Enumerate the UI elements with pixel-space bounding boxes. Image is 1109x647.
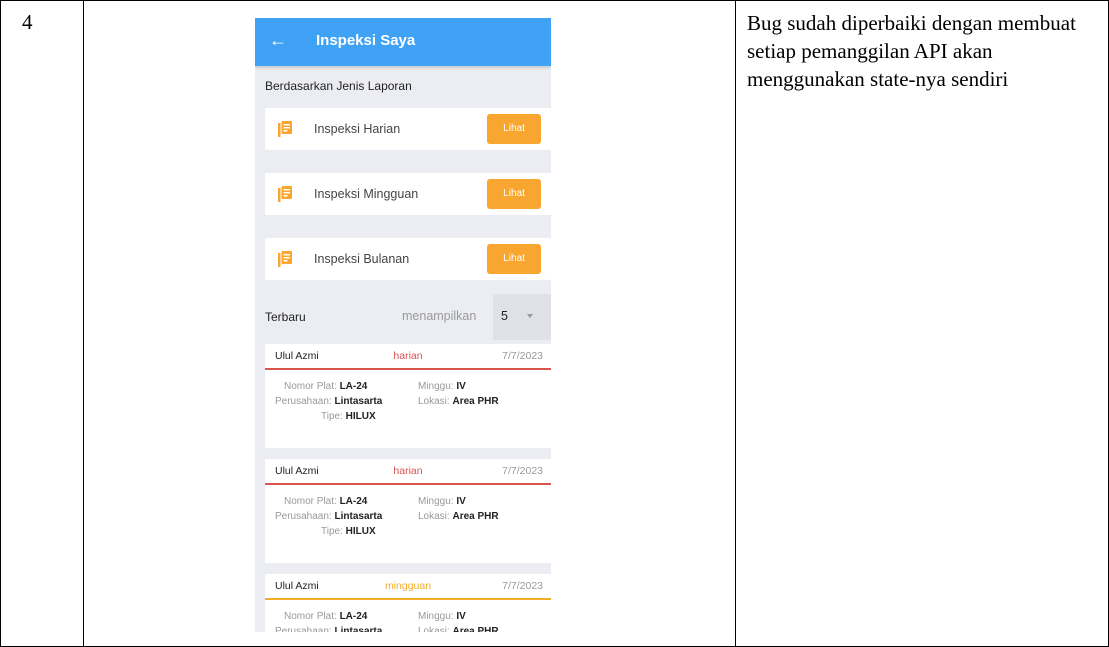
arrow-left-icon[interactable]: ← (269, 30, 287, 51)
document-icon (278, 121, 292, 137)
table-border-left (0, 0, 1, 647)
document-icon (278, 251, 292, 267)
detail-row: Perusahaan: Lintasarta (275, 626, 382, 632)
company-label: Perusahaan: (275, 626, 332, 632)
week-label: Minggu: (418, 611, 454, 622)
detail-row: Nomor Plat: LA-24 (284, 496, 367, 507)
detail-row: Lokasi: Area PHR (418, 626, 499, 632)
detail-row: Minggu: IV (418, 611, 466, 622)
detail-row: Perusahaan: Lintasarta (275, 511, 382, 522)
item-divider (265, 598, 551, 600)
report-card: Inspeksi Bulanan Lihat (265, 238, 551, 280)
detail-row: Perusahaan: Lintasarta (275, 396, 382, 407)
type-label: Tipe: (321, 526, 343, 537)
item-header: Ulul Azmi harian 7/7/2023 (265, 459, 551, 483)
fix-note: Bug sudah diperbaiki dengan membuat seti… (747, 11, 1076, 91)
plate-label: Nomor Plat: (284, 381, 337, 392)
report-label: Inspeksi Mingguan (314, 187, 419, 201)
plate-label: Nomor Plat: (284, 611, 337, 622)
phone-screenshot: ← Inspeksi Saya Berdasarkan Jenis Lapora… (255, 18, 551, 632)
location-value: Area PHR (452, 511, 499, 522)
plate-value: LA-24 (339, 496, 368, 507)
section-title: Berdasarkan Jenis Laporan (265, 79, 412, 93)
type-label: Tipe: (321, 411, 343, 422)
detail-row: Lokasi: Area PHR (418, 511, 499, 522)
plate-value: LA-24 (339, 611, 368, 622)
row-number: 4 (22, 10, 33, 34)
location-label: Lokasi: (418, 626, 450, 632)
item-header: Ulul Azmi mingguan 7/7/2023 (265, 574, 551, 598)
lihat-button[interactable]: Lihat (487, 179, 541, 209)
lihat-button[interactable]: Lihat (487, 114, 541, 144)
week-value: IV (456, 611, 466, 622)
table-border-top (0, 0, 1109, 1)
week-value: IV (456, 381, 466, 392)
inspection-date: 7/7/2023 (502, 580, 543, 592)
detail-row: Tipe: HILUX (321, 526, 376, 537)
company-value: Lintasarta (334, 626, 383, 632)
inspection-date: 7/7/2023 (502, 465, 543, 477)
item-header: Ulul Azmi harian 7/7/2023 (265, 344, 551, 368)
week-value: IV (456, 496, 466, 507)
document-icon (278, 186, 292, 202)
location-label: Lokasi: (418, 396, 450, 407)
plate-value: LA-24 (339, 381, 368, 392)
inspection-item[interactable]: Ulul Azmi mingguan 7/7/2023 Nomor Plat: LA-… (265, 574, 551, 632)
caret-down-icon (527, 314, 533, 318)
type-value: HILUX (345, 411, 376, 422)
detail-row: Minggu: IV (418, 496, 466, 507)
latest-title: Terbaru (265, 310, 306, 324)
app-title: Inspeksi Saya (316, 32, 416, 49)
inspection-item[interactable]: Ulul Azmi harian 7/7/2023 Nomor Plat: LA-24… (265, 344, 551, 448)
report-label: Inspeksi Bulanan (314, 252, 410, 266)
detail-row: Tipe: HILUX (321, 411, 376, 422)
week-label: Minggu: (418, 496, 454, 507)
inspection-date: 7/7/2023 (502, 350, 543, 362)
company-value: Lintasarta (334, 511, 383, 522)
company-label: Perusahaan: (275, 511, 332, 522)
count-dropdown[interactable]: 5 (493, 294, 551, 340)
inspection-item[interactable]: Ulul Azmi harian 7/7/2023 Nomor Plat: LA-24… (265, 459, 551, 563)
detail-row: Lokasi: Area PHR (418, 396, 499, 407)
item-divider (265, 483, 551, 485)
report-card: Inspeksi Mingguan Lihat (265, 173, 551, 215)
item-divider (265, 368, 551, 370)
count-value: 5 (501, 309, 508, 323)
type-value: HILUX (345, 526, 376, 537)
location-value: Area PHR (452, 396, 499, 407)
plate-label: Nomor Plat: (284, 496, 337, 507)
report-card: Inspeksi Harian Lihat (265, 108, 551, 150)
detail-row: Minggu: IV (418, 381, 466, 392)
location-label: Lokasi: (418, 511, 450, 522)
document-table: 4 Bug sudah diperbaiki dengan membuat se… (0, 0, 1109, 647)
week-label: Minggu: (418, 381, 454, 392)
location-value: Area PHR (452, 626, 499, 632)
company-label: Perusahaan: (275, 396, 332, 407)
table-divider-1 (83, 0, 84, 647)
lihat-button[interactable]: Lihat (487, 244, 541, 274)
app-bar: ← Inspeksi Saya (255, 18, 551, 66)
detail-row: Nomor Plat: LA-24 (284, 611, 367, 622)
company-value: Lintasarta (334, 396, 383, 407)
table-divider-2 (735, 0, 736, 647)
report-label: Inspeksi Harian (314, 122, 401, 136)
show-count-label: menampilkan (402, 309, 477, 323)
detail-row: Nomor Plat: LA-24 (284, 381, 367, 392)
